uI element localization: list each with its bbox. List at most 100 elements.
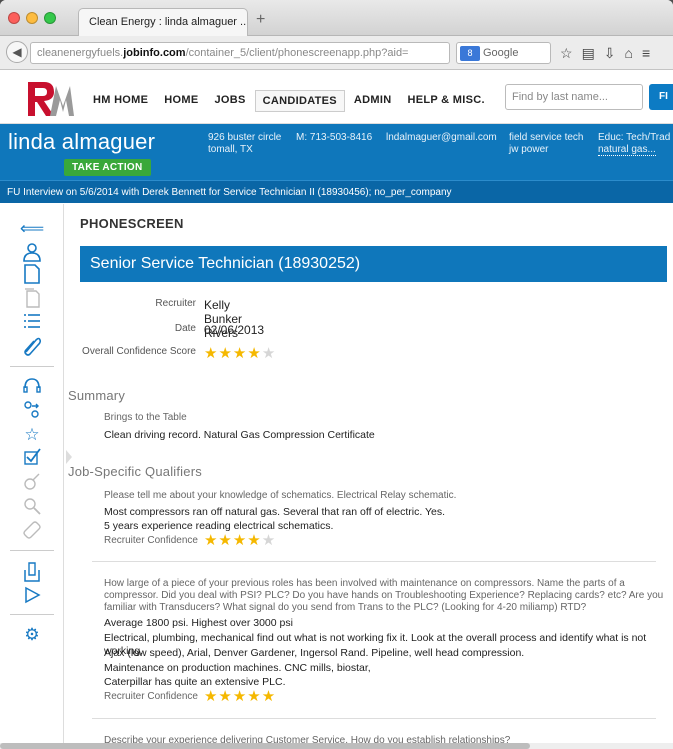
nav-jobs[interactable]: JOBS	[207, 90, 252, 112]
download-icon[interactable]: ⇩	[604, 45, 616, 62]
url-bar[interactable]: cleanenergyfuels.jobinfo.com/container_5…	[30, 42, 450, 64]
export-document-icon[interactable]	[19, 562, 45, 584]
star-filled-icon: ★	[203, 688, 218, 705]
headset-icon[interactable]	[19, 376, 45, 398]
star-filled-icon: ★	[247, 688, 261, 705]
link-icon[interactable]	[19, 520, 45, 542]
play-icon[interactable]	[19, 586, 45, 608]
browser-window: Clean Energy : linda almaguer ... + ◀ cl…	[0, 0, 673, 749]
reading-list-icon[interactable]: ▤	[582, 45, 595, 62]
horizontal-scrollbar[interactable]	[0, 743, 673, 749]
address-line-1: 926 buster circle	[208, 132, 282, 143]
answer-2-line-1: Average 1800 psi. Highest over 3000 psi	[104, 617, 293, 629]
job-title-bar: Senior Service Technician (18930252)	[80, 246, 667, 282]
nav-admin[interactable]: ADMIN	[347, 90, 399, 112]
nav-candidates[interactable]: CANDIDATES	[254, 90, 345, 112]
url-domain: jobinfo.com	[123, 47, 186, 59]
collapse-arrow-icon[interactable]: ⟸	[19, 218, 45, 240]
star-filled-icon: ★	[203, 532, 218, 549]
tag-icon[interactable]	[19, 472, 45, 494]
tab-bar: Clean Energy : linda almaguer ... +	[0, 0, 673, 36]
maximize-window-button[interactable]	[44, 12, 56, 24]
nav-home[interactable]: HOME	[157, 90, 205, 112]
toolbar-divider	[10, 550, 54, 551]
profile-user-icon[interactable]	[19, 242, 45, 264]
search-engine-icon[interactable]: 8	[460, 46, 480, 61]
toolbar-divider	[10, 614, 54, 615]
take-action-button[interactable]: TAKE ACTION	[64, 159, 151, 176]
interview-info-bar: FU Interview on 5/6/2014 with Derek Benn…	[0, 180, 673, 203]
people-match-icon[interactable]	[19, 400, 45, 422]
q1-confidence-label: Recruiter Confidence	[104, 535, 198, 546]
checkbox-check-icon[interactable]	[19, 448, 45, 470]
menu-icon[interactable]: ≡	[642, 45, 650, 62]
q2-confidence: Recruiter Confidence ★ ★ ★ ★ ★	[104, 689, 275, 704]
education-line-2: natural gas...	[598, 144, 656, 156]
star-filled-icon: ★	[218, 532, 232, 549]
app-header: HM HOME HOME JOBS CANDIDATES ADMIN HELP …	[0, 70, 673, 124]
settings-gear-icon[interactable]: ⚙	[19, 624, 45, 646]
qualifiers-heading: Job-Specific Qualifiers	[68, 464, 202, 479]
candidate-address: 926 buster circle tomall, TX	[208, 132, 281, 156]
scrollbar-thumb[interactable]	[0, 743, 530, 749]
candidate-phone: M: 713-503-8416	[296, 132, 373, 143]
toolbar-divider	[10, 366, 54, 367]
toolbar-icons: ☆ ▤ ⇩ ⌂ ≡	[560, 45, 650, 62]
q1-confidence: Recruiter Confidence ★ ★ ★ ★ ★	[104, 533, 275, 548]
summary-subheading: Brings to the Table	[104, 412, 187, 423]
search-engine-name: Google	[483, 47, 519, 59]
star-outline-icon[interactable]: ☆	[19, 424, 45, 446]
home-icon[interactable]: ⌂	[625, 45, 633, 62]
minimize-window-button[interactable]	[26, 12, 38, 24]
star-filled-icon: ★	[232, 532, 247, 549]
last-name-search-input[interactable]: Find by last name...	[505, 84, 643, 110]
navigation-bar: ◀ cleanenergyfuels.jobinfo.com/container…	[0, 36, 673, 70]
nav-hm-home[interactable]: HM HOME	[86, 90, 155, 112]
bookmark-star-icon[interactable]: ☆	[560, 45, 573, 62]
job-company-line: jw power	[509, 144, 549, 155]
window-controls	[8, 12, 56, 24]
new-tab-button[interactable]: +	[256, 11, 265, 29]
star-filled-icon: ★	[218, 345, 232, 362]
page-content: ⟸ ☆ ⚙ PHONESCREEN Senior Service Technic…	[0, 204, 673, 749]
candidate-name: linda almaguer	[8, 129, 156, 154]
document-icon[interactable]	[19, 264, 45, 286]
date-label: Date	[174, 323, 196, 334]
date-value: 02/06/2013	[204, 323, 265, 337]
main-nav: HM HOME HOME JOBS CANDIDATES ADMIN HELP …	[86, 90, 492, 112]
q1-rating: ★ ★ ★ ★ ★	[204, 533, 275, 548]
find-button[interactable]: FI	[649, 84, 673, 110]
summary-text: Clean driving record. Natural Gas Compre…	[104, 429, 375, 441]
candidate-email[interactable]: lndalmaguer@gmail.com	[386, 132, 497, 144]
back-button[interactable]: ◀	[6, 41, 28, 63]
address-line-2: tomall, TX	[208, 144, 253, 155]
nav-help[interactable]: HELP & MISC.	[400, 90, 491, 112]
page-title: PHONESCREEN	[80, 216, 184, 231]
candidate-education[interactable]: Educ: Tech/Trad natural gas...	[598, 132, 670, 156]
question-2: How large of a piece of your previous ro…	[104, 578, 664, 613]
star-filled-icon: ★	[261, 688, 276, 705]
star-filled-icon: ★	[247, 345, 261, 362]
browser-tab[interactable]: Clean Energy : linda almaguer ...	[78, 8, 248, 36]
q2-rating: ★ ★ ★ ★ ★	[204, 689, 275, 704]
magnifier-icon[interactable]	[19, 496, 45, 518]
answer-2-line-4: Maintenance on production machines. CNC …	[104, 662, 371, 674]
star-empty-icon: ★	[261, 345, 276, 362]
candidate-banner: linda almaguer TAKE ACTION 926 buster ci…	[0, 124, 673, 180]
company-logo[interactable]	[24, 78, 76, 118]
panel-collapse-handle[interactable]	[66, 450, 72, 464]
star-empty-icon: ★	[261, 532, 276, 549]
answer-2-line-3: Ajax (low speed), Arial, Denver Gardener…	[104, 647, 525, 659]
q2-confidence-label: Recruiter Confidence	[104, 691, 198, 702]
star-filled-icon: ★	[218, 688, 232, 705]
education-line-1: Educ: Tech/Trad	[598, 132, 671, 143]
star-filled-icon: ★	[247, 532, 261, 549]
overall-rating: ★ ★ ★ ★ ★	[204, 346, 275, 361]
url-prefix: cleanenergyfuels.	[37, 47, 124, 59]
summary-heading: Summary	[68, 388, 126, 403]
job-title-line: field service tech	[509, 132, 584, 143]
browser-search-box[interactable]: 8 Google	[456, 42, 551, 64]
star-filled-icon: ★	[204, 345, 218, 362]
url-path: /container_5/client/phonescreenapp.php?a…	[185, 47, 409, 59]
close-window-button[interactable]	[8, 12, 20, 24]
